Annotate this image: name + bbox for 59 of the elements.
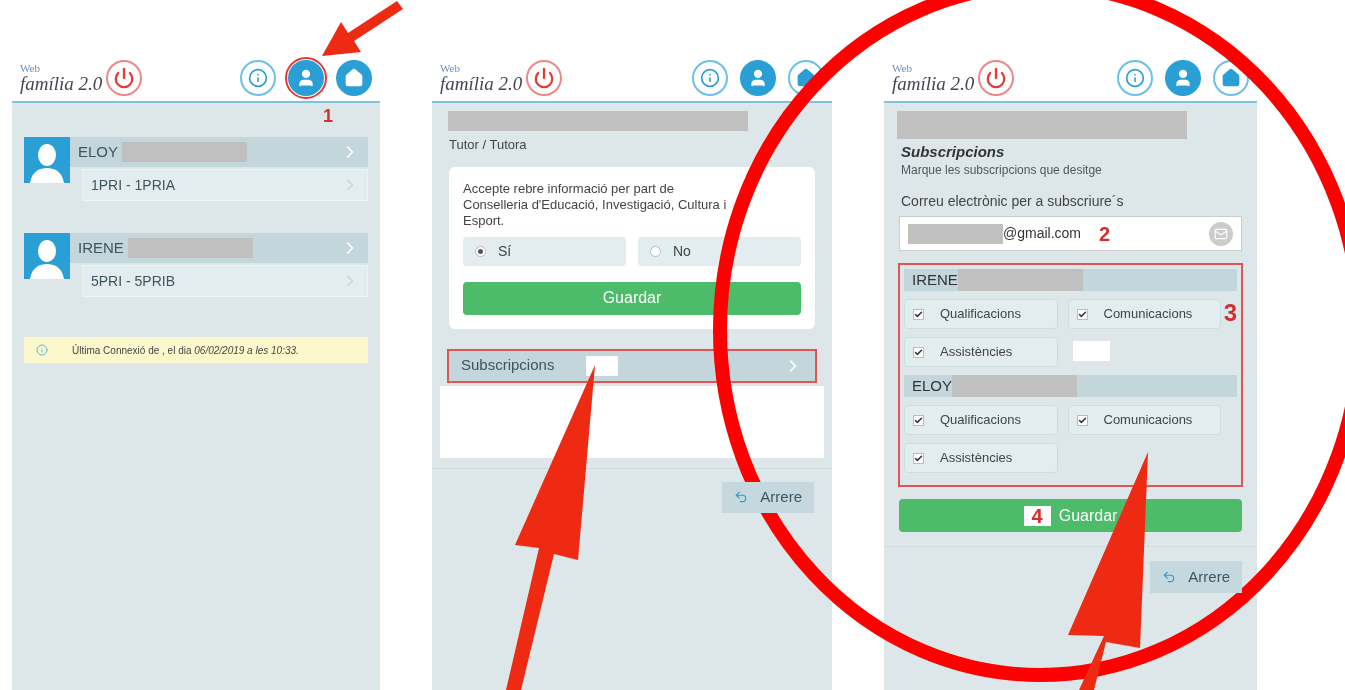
step-number: 1 (323, 107, 333, 125)
info-icon[interactable] (240, 60, 276, 96)
student-name: ELOY (78, 141, 119, 162)
radio-option[interactable]: No (638, 236, 801, 266)
group-row[interactable]: 1PRI - 1PRIA (82, 169, 368, 201)
email-field[interactable]: @gmail.com 2 (899, 216, 1242, 251)
role-text: Tutor / Tutora (448, 136, 528, 154)
logo-text: família 2.0 (440, 74, 523, 93)
step-number: 4 (1023, 505, 1051, 526)
checkbox-option[interactable]: Assistències (904, 337, 1058, 367)
radio-icon (475, 245, 486, 257)
logo-text: família 2.0 (20, 74, 103, 93)
info-icon[interactable] (1117, 60, 1153, 96)
student-row[interactable]: ELOY (70, 137, 368, 167)
group-name: 5PRI - 5PRIB (91, 271, 176, 291)
info-icon[interactable] (692, 60, 728, 96)
logo-text: família 2.0 (892, 74, 975, 93)
checkbox-option[interactable]: Assistències (904, 443, 1058, 473)
subscriptions-link[interactable]: Subscripcions (447, 348, 817, 383)
radio-option[interactable]: Sí (463, 236, 626, 266)
save-button[interactable]: 4 Guardar (899, 499, 1242, 532)
back-arrow-icon (1162, 570, 1177, 584)
group-row[interactable]: 5PRI - 5PRIB (82, 265, 368, 297)
power-icon[interactable] (106, 60, 143, 96)
section-description: Marque les subscripcions que desitge (901, 162, 1103, 179)
consent-text: Accepte rebre informació per part de Conselleria d'Educació, Investigació, Cultura i Esport. (463, 180, 728, 229)
checkbox-option[interactable]: Qualificacions (904, 299, 1058, 329)
avatar-icon (24, 233, 70, 279)
section-title: Subscripcions (901, 143, 1006, 161)
logo-small-text: Web (892, 63, 913, 74)
user-icon[interactable] (1165, 60, 1201, 96)
email-label: Correu electrònic per a subscriure´s (901, 192, 1125, 211)
redaction-patch (586, 355, 619, 376)
checkbox-option[interactable]: Comunicacions (1067, 299, 1221, 329)
mail-icon (1209, 221, 1233, 246)
power-icon[interactable] (978, 60, 1015, 96)
logo-small-text: Web (20, 63, 41, 74)
back-arrow-icon (734, 490, 749, 504)
student-name: IRENE (78, 237, 124, 258)
group-name: 1PRI - 1PRIA (91, 175, 176, 195)
step-number: 2 (1099, 221, 1111, 247)
info-icon (36, 344, 48, 356)
radio-icon (650, 245, 661, 257)
power-icon[interactable] (526, 60, 563, 96)
student-header: IRENE (904, 269, 1237, 291)
home-icon[interactable] (336, 60, 372, 96)
checkbox-option[interactable]: Comunicacions (1067, 405, 1221, 435)
last-connection-text: Última Connexió de , el dia 06/02/2019 a les 10:33. (72, 343, 299, 358)
avatar-icon (24, 137, 70, 183)
redaction-patch (1073, 341, 1110, 361)
student-header: ELOY (904, 375, 1237, 397)
student-row[interactable]: IRENE (70, 233, 368, 263)
step-number: 3 (1223, 301, 1237, 325)
back-button[interactable]: Arrere (722, 481, 814, 513)
back-button[interactable]: Arrere (1150, 561, 1242, 593)
logo-small-text: Web (440, 63, 461, 74)
user-icon[interactable] (288, 60, 324, 96)
user-icon[interactable] (740, 60, 776, 96)
checkbox-option[interactable]: Qualificacions (904, 405, 1058, 435)
